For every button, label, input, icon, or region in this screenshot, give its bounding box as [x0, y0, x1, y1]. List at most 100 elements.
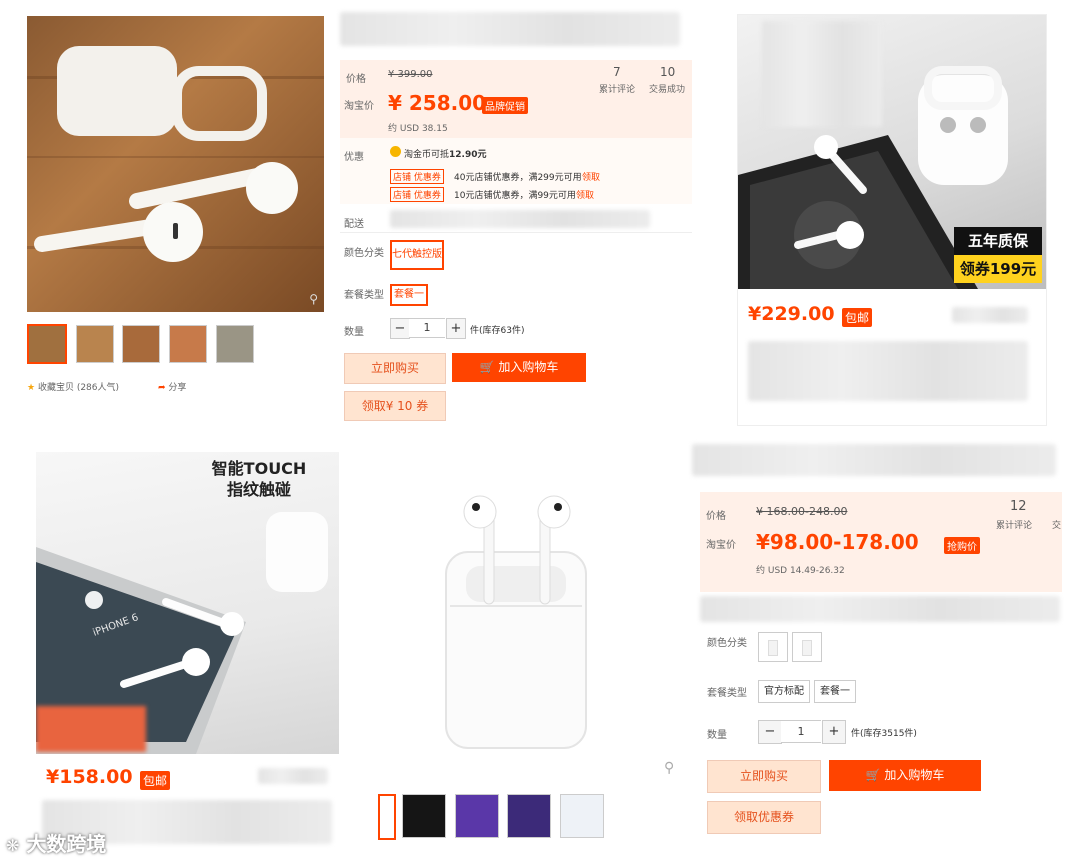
product2-free-shipping-tag: 包邮	[842, 308, 873, 327]
taobao-price: ¥ 258.00	[388, 91, 487, 115]
promo-badge: 五年质保 领券199元	[954, 227, 1042, 283]
product2-card[interactable]: 五年质保 领券199元 ¥229.00 包邮	[737, 14, 1047, 426]
package-option-1[interactable]: 套餐一	[390, 284, 428, 306]
product5-promo-redacted	[700, 596, 1060, 622]
share-link[interactable]: ➦ 分享	[158, 380, 186, 393]
star-icon: ★	[27, 383, 36, 393]
p5-claim-coupon-label: 领取优惠券	[733, 810, 794, 824]
cart-icon: 🛒	[479, 360, 495, 374]
product4-thumbnail-2[interactable]	[402, 794, 446, 838]
package-option-label: 套餐一	[394, 289, 424, 300]
product2-price: ¥229.00	[748, 303, 835, 325]
quantity-input[interactable]: 1	[409, 318, 445, 338]
claim-coupon-label: 领取¥ 10 券	[361, 399, 429, 413]
promo-warranty: 五年质保	[954, 227, 1042, 255]
p5-review-label: 累计评论	[996, 521, 1033, 531]
thumbnail-3[interactable]	[122, 325, 160, 363]
original-price: ¥ 399.00	[388, 69, 433, 80]
p5-stock-info: 件(库存3515件)	[851, 729, 917, 739]
p5-color-option-1[interactable]	[758, 632, 788, 662]
review-count: 7	[613, 65, 621, 79]
coupon-2-claim[interactable]: 领取	[576, 188, 594, 201]
product4-main-image[interactable]	[380, 456, 660, 776]
thumbnail-1[interactable]	[27, 324, 67, 364]
product4-zoom-icon[interactable]: ⚲	[664, 760, 674, 776]
shipping-info-redacted	[390, 210, 650, 228]
p5-sales-label-partial: 交	[1052, 521, 1062, 531]
product2-title-redacted	[748, 341, 1028, 401]
product3-image: 智能TOUCH 指纹触碰 iPHONE 6	[36, 452, 339, 754]
p5-quantity-decrease-button[interactable]: −	[758, 720, 782, 744]
p5-package-option-1[interactable]: 套餐一	[814, 680, 856, 703]
coin-text-label: 淘金币可抵	[404, 150, 450, 160]
product3-headline: 智能TOUCH 指纹触碰	[204, 458, 314, 500]
p5-quantity-increase-button[interactable]: +	[822, 720, 846, 744]
product3-card[interactable]: 智能TOUCH 指纹触碰 iPHONE 6 ¥158.00 包邮	[36, 452, 339, 852]
p5-quantity-input[interactable]: 1	[781, 720, 821, 743]
share-label: 分享	[168, 383, 187, 393]
product1-title-redacted	[340, 12, 680, 46]
product5-price-band: 价格 ¥ 168.00-248.00 淘宝价 ¥98.00-178.00 抢购价…	[700, 492, 1062, 592]
shipping-label: 配送	[344, 219, 364, 230]
quantity-decrease-button[interactable]: −	[390, 318, 410, 339]
p5-color-option-2-image	[802, 640, 812, 656]
coupon-tag-2: 店铺 优惠券	[390, 187, 444, 202]
product1-main-image[interactable]: ⚲	[27, 16, 324, 312]
p5-package-option-official-label: 官方标配	[764, 686, 804, 697]
thumbnail-5[interactable]	[216, 325, 254, 363]
p5-package-option-1-label: 套餐一	[820, 686, 850, 697]
favorite-link[interactable]: ★ 收藏宝贝 (286人气)	[27, 380, 119, 393]
p5-usd-price: 约 USD 14.49-26.32	[756, 566, 845, 576]
buy-now-button[interactable]: 立即购买	[344, 353, 446, 384]
p5-cart-icon: 🛒	[865, 768, 881, 782]
taobao-price-label: 淘宝价	[344, 101, 374, 112]
coupon-2-text: 10元店铺优惠券，满99元可用	[454, 191, 576, 201]
add-to-cart-label: 加入购物车	[498, 360, 559, 374]
product5-title-redacted	[692, 444, 1056, 476]
thumbnail-4[interactable]	[169, 325, 207, 363]
product3-sales-redacted	[258, 768, 328, 784]
add-to-cart-button[interactable]: 🛒 加入购物车	[452, 353, 586, 382]
product4-thumbnail-4[interactable]	[507, 794, 551, 838]
coupon-1-claim[interactable]: 领取	[582, 170, 600, 183]
product1-price-band: 价格 ¥ 399.00 淘宝价 ¥ 258.00 品牌促销 约 USD 38.1…	[340, 60, 692, 138]
p5-package-option-official[interactable]: 官方标配	[758, 680, 810, 703]
p5-original-price: ¥ 168.00-248.00	[756, 505, 848, 518]
product2-sales-redacted	[952, 307, 1028, 323]
product1-discount-section: 优惠 淘金币可抵12.90元 店铺 优惠券 40元店铺优惠券，满299元可用 领…	[340, 138, 692, 204]
discount-label: 优惠	[344, 152, 364, 163]
zoom-icon[interactable]: ⚲	[309, 292, 318, 306]
headline-line-2: 指纹触碰	[226, 480, 291, 499]
coupon-tag-1: 店铺 优惠券	[390, 169, 444, 184]
review-count-label: 累计评论	[599, 85, 636, 95]
coupon-1-text: 40元店铺优惠券，满299元可用	[454, 173, 582, 183]
coin-icon	[390, 146, 401, 157]
p5-buy-now-label: 立即购买	[739, 769, 788, 783]
p5-taobao-price-label: 淘宝价	[706, 540, 736, 551]
color-option-7th-gen[interactable]: 七代触控版	[390, 240, 444, 270]
claim-coupon-button[interactable]: 领取¥ 10 券	[344, 391, 446, 421]
product2-banner-text-redacted	[762, 21, 882, 127]
watermark: ❋ 大数跨境	[6, 828, 106, 857]
p5-package-label: 套餐类型	[707, 688, 747, 699]
p5-claim-coupon-button[interactable]: 领取优惠券	[707, 801, 821, 834]
watermark-logo-icon: ❋	[6, 836, 20, 855]
product4-thumbnail-1[interactable]	[378, 794, 396, 840]
p5-price-label: 价格	[706, 511, 726, 522]
p5-add-to-cart-button[interactable]: 🛒 加入购物车	[829, 760, 981, 791]
color-option-label: 七代触控版	[392, 249, 442, 260]
product4-thumbnail-5[interactable]	[560, 794, 604, 838]
thumbnail-2[interactable]	[76, 325, 114, 363]
p5-review-count: 12	[1010, 499, 1027, 514]
p5-buy-now-button[interactable]: 立即购买	[707, 760, 821, 793]
product4-thumbnail-3[interactable]	[455, 794, 499, 838]
p5-add-to-cart-label: 加入购物车	[884, 768, 945, 782]
p5-price-tag: 抢购价	[944, 537, 980, 554]
color-label: 颜色分类	[344, 248, 384, 259]
p5-taobao-price: ¥98.00-178.00	[756, 530, 919, 554]
product2-image: 五年质保 领券199元	[738, 15, 1046, 289]
p5-color-option-2[interactable]	[792, 632, 822, 662]
product3-promo-redacted	[36, 706, 146, 752]
quantity-increase-button[interactable]: +	[446, 318, 466, 339]
buy-now-label: 立即购买	[370, 361, 419, 375]
